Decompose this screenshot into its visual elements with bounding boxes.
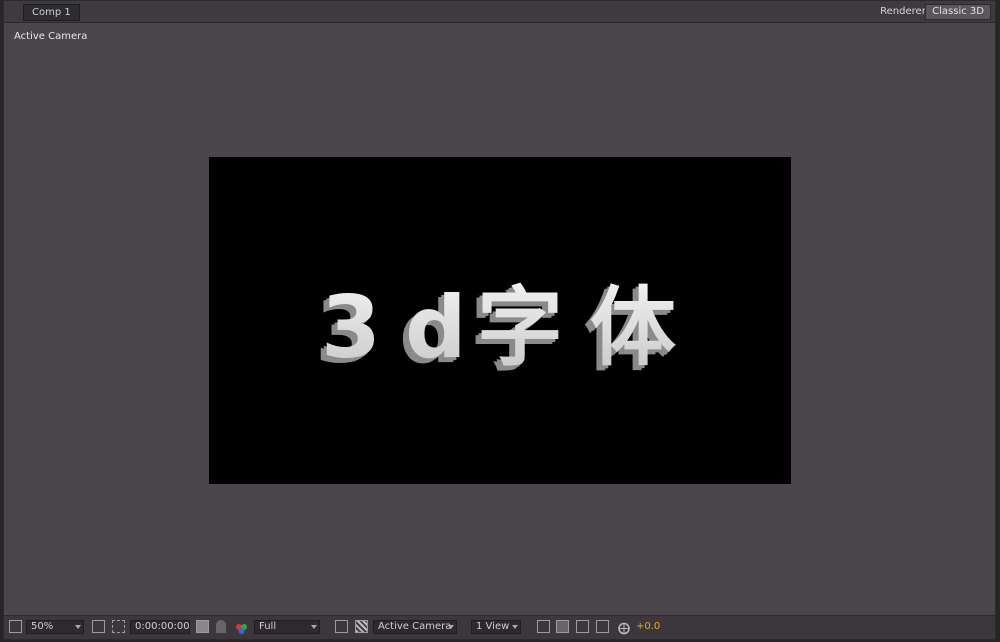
always-preview-icon[interactable]	[9, 620, 22, 633]
mask-visibility-icon[interactable]	[112, 620, 125, 633]
glyph-d: d	[405, 278, 467, 378]
tab-comp-1[interactable]: Comp 1	[23, 4, 80, 21]
glyph-zi: 字	[477, 278, 563, 378]
viewer-footer-toolbar: 50% 0:00:00:00 Full Active Camera 1 View…	[4, 615, 995, 639]
resolution-value: Full	[259, 621, 277, 632]
flowchart-icon[interactable]	[596, 620, 609, 633]
exposure-reset-icon[interactable]	[617, 620, 631, 635]
transparency-grid-icon[interactable]	[355, 620, 368, 633]
show-snapshot-icon[interactable]	[216, 620, 226, 633]
renderer-label: Renderer:	[880, 6, 929, 17]
glyph-3: 3	[321, 278, 381, 378]
chevron-down-icon	[448, 625, 454, 629]
glyph-ti: 体	[590, 278, 676, 378]
toggle-pixel-aspect-icon[interactable]	[537, 620, 550, 633]
timecode-field[interactable]: 0:00:00:00	[130, 620, 190, 634]
magnification-dropdown[interactable]: 50%	[26, 620, 84, 634]
exposure-value[interactable]: +0.0	[636, 620, 660, 634]
rgb-circles-icon	[236, 624, 247, 634]
region-of-interest-icon[interactable]	[335, 620, 348, 633]
camera-dropdown[interactable]: Active Camera	[373, 620, 457, 634]
composition-viewer[interactable]: 3 3 d d 字 字 体 体 3 d 字 体	[209, 157, 791, 484]
camera-snapshot-icon[interactable]	[196, 620, 209, 633]
resolution-dropdown[interactable]: Full	[254, 620, 320, 634]
view-layout-dropdown[interactable]: 1 View	[471, 620, 521, 634]
panel-header: Comp 1 Renderer: Classic 3D	[4, 1, 995, 23]
3d-text-layer[interactable]: 3 3 d d 字 字 体 体 3 d 字 体	[209, 157, 791, 484]
timeline-icon[interactable]	[576, 620, 589, 633]
camera-value: Active Camera	[378, 621, 452, 632]
aperture-icon	[618, 622, 630, 635]
safe-zones-icon[interactable]	[92, 620, 105, 633]
renderer-button[interactable]: Classic 3D	[925, 4, 991, 20]
active-camera-label: Active Camera	[14, 31, 88, 42]
channel-icon[interactable]	[235, 620, 248, 634]
magnification-value: 50%	[31, 621, 54, 632]
chevron-down-icon	[75, 625, 81, 629]
composition-panel: Comp 1 Renderer: Classic 3D Active Camer…	[3, 0, 996, 640]
chevron-down-icon	[512, 625, 518, 629]
fast-previews-icon[interactable]	[556, 620, 569, 633]
chevron-down-icon	[311, 625, 317, 629]
view-layout-value: 1 View	[476, 621, 510, 632]
